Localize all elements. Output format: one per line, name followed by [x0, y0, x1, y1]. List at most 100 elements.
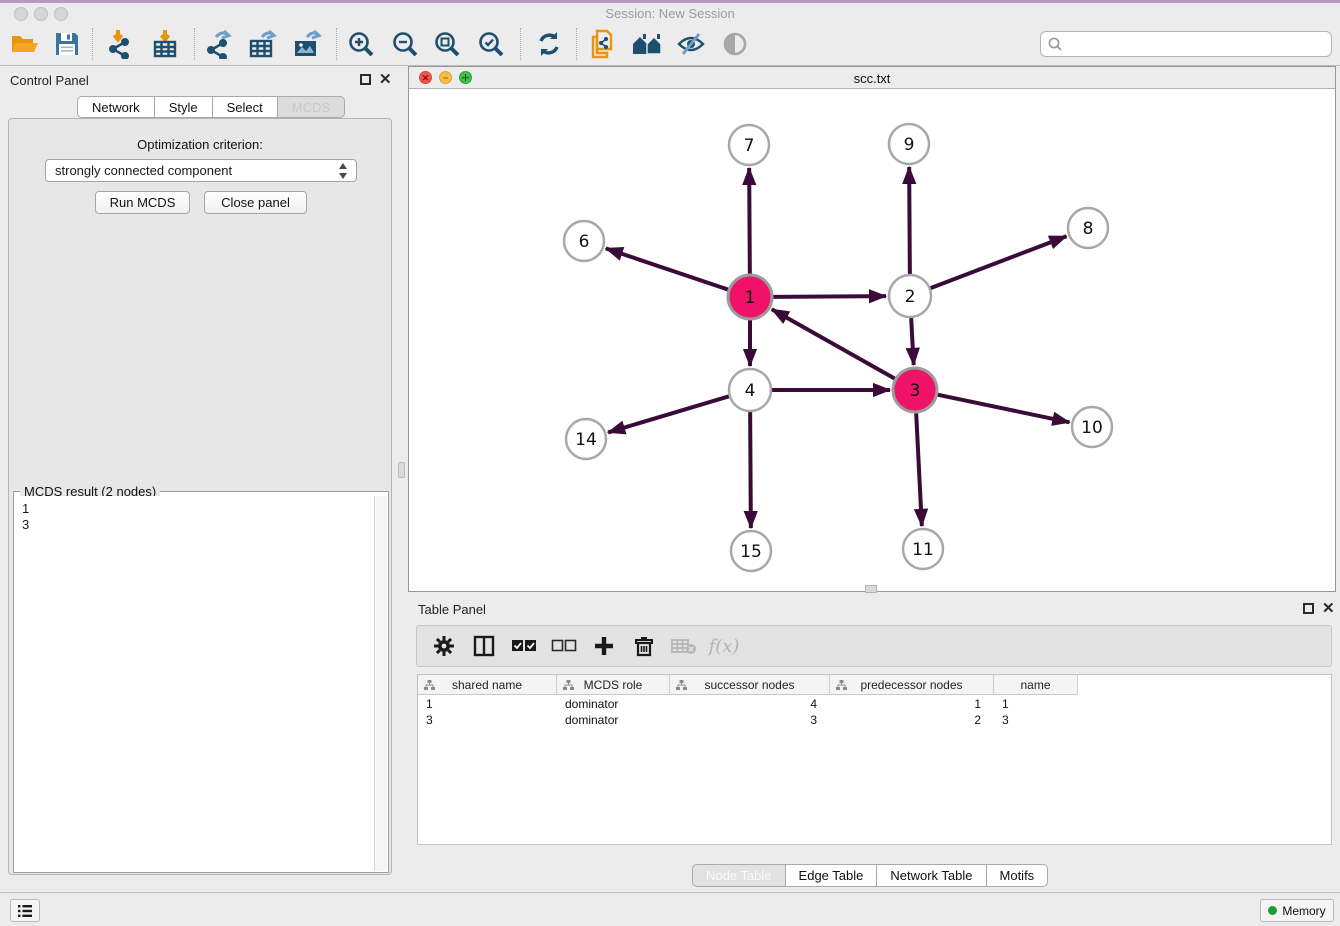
- search-field[interactable]: [1040, 31, 1332, 57]
- tab-network[interactable]: Network: [77, 96, 155, 118]
- memory-status-icon: [1268, 906, 1277, 915]
- result-item[interactable]: 3: [22, 517, 374, 533]
- tab-select[interactable]: Select: [213, 96, 278, 118]
- function-builder-icon[interactable]: f(x): [711, 633, 737, 659]
- open-session-icon[interactable]: [6, 27, 44, 61]
- edge-1-6[interactable]: [606, 248, 728, 289]
- toolbar-separator: [336, 28, 337, 60]
- add-column-icon[interactable]: [591, 633, 617, 659]
- edge-4-14[interactable]: [608, 396, 729, 432]
- edge-2-3[interactable]: [911, 318, 914, 365]
- node-label-11: 11: [912, 540, 934, 560]
- zoom-fit-icon[interactable]: [428, 27, 466, 61]
- result-item[interactable]: 1: [22, 501, 374, 517]
- show-log-button[interactable]: [10, 899, 40, 922]
- run-mcds-button[interactable]: Run MCDS: [95, 191, 190, 214]
- edge-3-10[interactable]: [938, 395, 1070, 423]
- main-toolbar: [0, 22, 1340, 66]
- close-panel-button[interactable]: Close panel: [204, 191, 307, 214]
- tab-style[interactable]: Style: [155, 96, 213, 118]
- table-panel-title: Table Panel: [418, 602, 486, 617]
- optimization-criterion-label: Optimization criterion:: [9, 137, 391, 152]
- cell-predecessor-nodes: 1: [830, 696, 994, 712]
- table-row[interactable]: 3 dominator 3 2 3: [418, 712, 1078, 728]
- dropdown-stepper-icon: [338, 163, 349, 179]
- zoom-out-icon[interactable]: [386, 27, 424, 61]
- control-panel-tabs: Network Style Select MCDS: [77, 96, 345, 118]
- edge-3-1[interactable]: [772, 309, 895, 378]
- list-icon: [17, 904, 33, 918]
- show-graphics-details-icon[interactable]: [716, 27, 754, 61]
- edge-3-11[interactable]: [916, 413, 922, 526]
- cell-mcds-role: dominator: [557, 712, 670, 728]
- mcds-result-list[interactable]: 13: [15, 496, 374, 871]
- edge-1-2[interactable]: [773, 296, 886, 297]
- node-label-15: 15: [740, 542, 762, 562]
- optimization-criterion-select[interactable]: strongly connected component: [45, 159, 357, 182]
- node-label-6: 6: [579, 232, 590, 252]
- col-label: successor nodes: [704, 678, 794, 692]
- table-row[interactable]: 1 dominator 4 1 1: [418, 696, 1078, 712]
- delete-column-icon[interactable]: [631, 633, 657, 659]
- close-panel-icon[interactable]: ✕: [379, 70, 392, 88]
- search-input[interactable]: [1063, 37, 1331, 52]
- table-tabs: Node Table Edge Table Network Table Moti…: [692, 864, 1048, 887]
- deselect-all-icon[interactable]: [551, 633, 577, 659]
- save-session-icon[interactable]: [48, 27, 86, 61]
- node-label-1: 1: [745, 288, 756, 308]
- col-predecessor-nodes[interactable]: predecessor nodes: [830, 675, 994, 695]
- memory-button[interactable]: Memory: [1260, 899, 1334, 922]
- network-graph[interactable]: 1234678910111415: [409, 89, 1335, 591]
- split-divider-handle[interactable]: [398, 462, 405, 478]
- import-network-icon[interactable]: [100, 27, 138, 61]
- close-table-panel-icon[interactable]: ✕: [1322, 599, 1335, 617]
- result-scrollbar[interactable]: [374, 496, 387, 871]
- export-network-icon[interactable]: [200, 27, 238, 61]
- refresh-icon[interactable]: [530, 27, 568, 61]
- delete-table-icon[interactable]: [671, 633, 697, 659]
- export-table-icon[interactable]: [244, 27, 282, 61]
- app-titlebar: Session: New Session: [0, 3, 1340, 22]
- hierarchy-icon: [563, 680, 574, 690]
- tab-node-table[interactable]: Node Table: [692, 864, 786, 887]
- col-shared-name[interactable]: shared name: [418, 675, 557, 695]
- edge-1-7[interactable]: [749, 168, 750, 274]
- tab-network-table[interactable]: Network Table: [877, 864, 986, 887]
- node-table[interactable]: shared name MCDS role successor nodes pr…: [417, 674, 1332, 845]
- col-mcds-role[interactable]: MCDS role: [557, 675, 670, 695]
- settings-gear-icon[interactable]: [431, 633, 457, 659]
- mcds-result-box: MCDS result (2 nodes) 13: [13, 491, 389, 873]
- float-panel-icon[interactable]: [360, 74, 371, 85]
- float-table-panel-icon[interactable]: [1303, 603, 1314, 614]
- edge-2-8[interactable]: [931, 236, 1067, 288]
- export-image-icon[interactable]: [288, 27, 326, 61]
- column-layout-icon[interactable]: [471, 633, 497, 659]
- edge-2-9[interactable]: [909, 167, 910, 274]
- show-all-networks-icon[interactable]: [628, 27, 666, 61]
- cell-mcds-role: dominator: [557, 696, 670, 712]
- select-all-icon[interactable]: [511, 633, 537, 659]
- search-icon: [1047, 36, 1063, 52]
- node-label-7: 7: [744, 136, 755, 156]
- hierarchy-icon: [424, 680, 435, 690]
- tab-mcds[interactable]: MCDS: [278, 96, 345, 118]
- col-name[interactable]: name: [994, 675, 1078, 695]
- tab-edge-table[interactable]: Edge Table: [786, 864, 878, 887]
- cell-shared-name: 3: [418, 712, 557, 728]
- node-label-9: 9: [904, 135, 915, 155]
- hide-graphics-details-icon[interactable]: [672, 27, 710, 61]
- zoom-in-icon[interactable]: [342, 27, 380, 61]
- copy-network-view-icon[interactable]: [584, 27, 622, 61]
- zoom-selected-icon[interactable]: [472, 27, 510, 61]
- horizontal-divider-handle[interactable]: [865, 585, 877, 593]
- import-table-icon[interactable]: [146, 27, 184, 61]
- network-canvas[interactable]: 1234678910111415: [409, 89, 1335, 591]
- network-view-window: ✕ − ＋ scc.txt 1234678910111415: [408, 66, 1336, 592]
- toolbar-separator: [576, 28, 577, 60]
- edge-4-15[interactable]: [750, 412, 751, 528]
- node-label-10: 10: [1081, 418, 1103, 438]
- tab-motifs[interactable]: Motifs: [987, 864, 1049, 887]
- network-window-titlebar[interactable]: ✕ − ＋ scc.txt: [409, 67, 1335, 89]
- table-header: shared name MCDS role successor nodes pr…: [418, 675, 1078, 695]
- col-successor-nodes[interactable]: successor nodes: [670, 675, 830, 695]
